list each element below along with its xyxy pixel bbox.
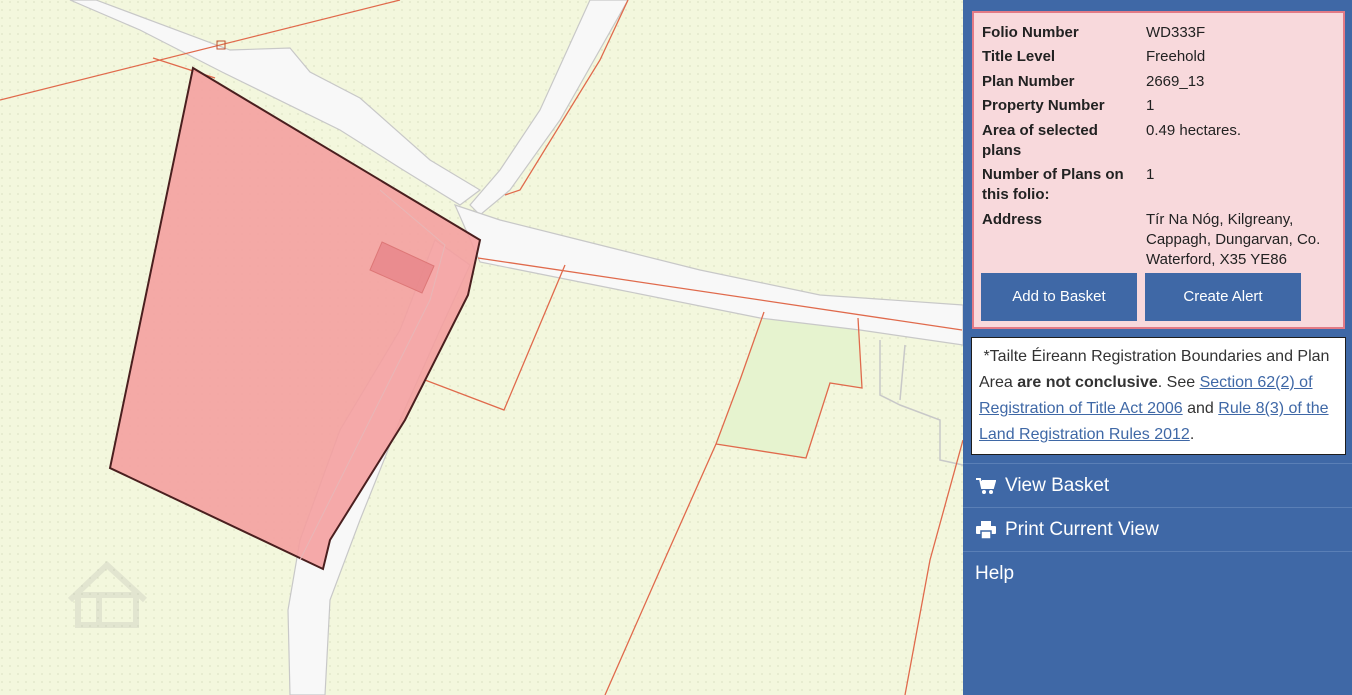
title-level-value: Freehold xyxy=(1146,48,1206,65)
plans-count-value: 1 xyxy=(1146,166,1155,183)
map-view[interactable] xyxy=(0,0,963,695)
area-label: Area of selected plans xyxy=(982,122,1098,159)
plan-number-label: Plan Number xyxy=(982,73,1075,90)
print-view-menu-item[interactable]: Print Current View xyxy=(963,507,1352,551)
area-row: Area of selected plans 0.49 hectares. xyxy=(982,121,1335,161)
printer-icon xyxy=(975,508,997,552)
area-value: 0.49 hectares. xyxy=(1146,122,1242,139)
title-level-row: Title Level Freehold xyxy=(982,47,1335,67)
create-alert-button[interactable]: Create Alert xyxy=(1145,273,1301,321)
address-value: Tír Na Nóg, Kilgreany, Cappagh, Dungarva… xyxy=(1146,211,1321,268)
disclaimer-notice: *Tailte Éireann Registration Boundaries … xyxy=(971,337,1346,455)
address-row: Address Tír Na Nóg, Kilgreany, Cappagh, … xyxy=(982,210,1335,270)
plans-count-label: Number of Plans on this folio: xyxy=(982,166,1124,203)
property-number-label: Property Number xyxy=(982,97,1105,114)
cart-icon xyxy=(975,464,997,508)
notice-bold: are not conclusive xyxy=(1017,374,1158,391)
map-canvas[interactable] xyxy=(0,0,963,695)
title-level-label: Title Level xyxy=(982,48,1056,65)
plan-number-row: Plan Number 2669_13 xyxy=(982,72,1335,92)
property-number-value: 1 xyxy=(1146,97,1155,114)
folio-row: Folio Number WD333F xyxy=(982,23,1335,43)
notice-see: . See xyxy=(1157,374,1200,391)
notice-end: . xyxy=(1189,426,1195,443)
folio-value: WD333F xyxy=(1146,24,1206,41)
view-basket-label: View Basket xyxy=(1005,475,1110,496)
folio-label: Folio Number xyxy=(982,24,1079,41)
help-label: Help xyxy=(975,563,1015,584)
notice-and: and xyxy=(1182,400,1219,417)
address-label: Address xyxy=(982,211,1043,228)
plans-count-row: Number of Plans on this folio: 1 xyxy=(982,165,1335,205)
property-number-row: Property Number 1 xyxy=(982,96,1335,116)
folio-details-card: Folio Number WD333F Title Level Freehold… xyxy=(972,11,1345,329)
view-basket-menu-item[interactable]: View Basket xyxy=(963,463,1352,507)
help-menu-item[interactable]: Help xyxy=(963,551,1352,595)
add-to-basket-button[interactable]: Add to Basket xyxy=(981,273,1137,321)
print-view-label: Print Current View xyxy=(1005,519,1159,540)
plan-number-value: 2669_13 xyxy=(1146,73,1205,90)
